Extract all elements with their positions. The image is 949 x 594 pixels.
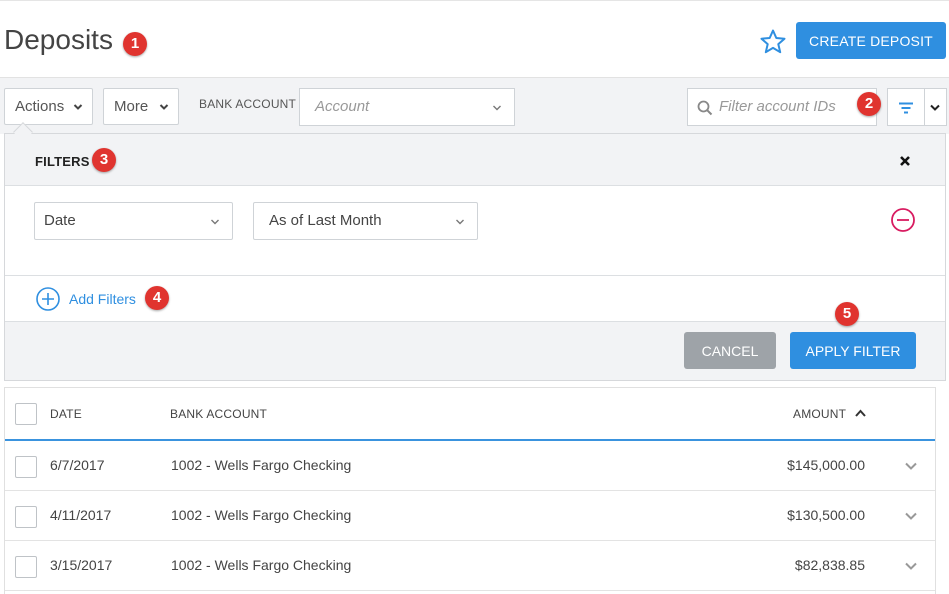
filter-panel: FILTERS Date As of Last Month Add Filter… [4, 133, 946, 381]
callout-badge-3: 3 [92, 148, 116, 172]
plus-circle-icon[interactable] [35, 286, 61, 312]
row-bank-account: 1002 - Wells Fargo Checking [171, 557, 352, 573]
table-row[interactable]: 4/11/2017 1002 - Wells Fargo Checking $1… [5, 491, 935, 541]
actions-label: Actions [15, 98, 65, 115]
filter-panel-header: FILTERS [5, 134, 945, 186]
filter-field-select[interactable]: Date [34, 202, 233, 240]
filter-button[interactable] [887, 88, 925, 126]
bank-account-label: BANK ACCOUNT [199, 97, 297, 111]
row-bank-account: 1002 - Wells Fargo Checking [171, 457, 352, 473]
table-row[interactable]: 3/15/2017 1002 - Wells Fargo Checking $8… [5, 541, 935, 591]
row-checkbox[interactable] [15, 556, 37, 578]
chevron-down-icon[interactable] [905, 462, 917, 470]
create-deposit-button[interactable]: CREATE DEPOSIT [796, 22, 946, 59]
account-select[interactable]: Account [299, 88, 515, 126]
row-date: 6/7/2017 [50, 457, 105, 473]
header-bank-account[interactable]: BANK ACCOUNT [170, 407, 267, 421]
row-checkbox[interactable] [15, 456, 37, 478]
minus-circle-icon[interactable] [890, 207, 916, 233]
page-title: Deposits [4, 24, 113, 55]
deposits-table: DATE BANK ACCOUNT AMOUNT 6/7/2017 1002 -… [4, 387, 936, 594]
row-amount: $145,000.00 [787, 457, 865, 473]
header-amount[interactable]: AMOUNT [793, 407, 846, 421]
chevron-down-icon[interactable] [905, 512, 917, 520]
row-date: 3/15/2017 [50, 557, 113, 573]
toolbar: Actions More BANK ACCOUNT Account Filter… [0, 77, 949, 134]
chevron-down-icon [493, 105, 501, 111]
search-icon [697, 100, 713, 116]
top-divider [0, 0, 949, 3]
chevron-down-icon [211, 219, 219, 225]
filter-icon [899, 102, 913, 114]
chevron-down-icon [456, 219, 464, 225]
callout-badge-4: 4 [145, 286, 169, 310]
chevron-down-icon[interactable] [905, 562, 917, 570]
table-header: DATE BANK ACCOUNT AMOUNT [5, 388, 935, 441]
row-checkbox[interactable] [15, 506, 37, 528]
callout-badge-2: 2 [857, 92, 881, 116]
select-all-checkbox[interactable] [15, 403, 37, 425]
close-icon[interactable] [898, 154, 912, 168]
row-date: 4/11/2017 [50, 507, 112, 523]
callout-badge-1: 1 [123, 32, 147, 56]
star-icon[interactable] [759, 28, 787, 56]
callout-badge-5: 5 [835, 302, 859, 326]
sort-up-icon[interactable] [855, 409, 866, 417]
actions-dropdown[interactable]: Actions [4, 88, 93, 125]
chevron-down-icon [159, 104, 169, 110]
filters-title: FILTERS [35, 154, 90, 169]
account-placeholder: Account [315, 98, 370, 115]
apply-filter-button[interactable]: APPLY FILTER [790, 332, 916, 369]
chevron-down-icon [930, 104, 940, 111]
add-filters-link[interactable]: Add Filters [69, 291, 136, 307]
header-date[interactable]: DATE [50, 407, 82, 421]
search-input[interactable]: Filter account IDs [687, 88, 877, 126]
more-dropdown[interactable]: More [103, 88, 179, 125]
row-amount: $82,838.85 [794, 557, 865, 573]
filter-options-dropdown[interactable] [925, 88, 947, 126]
filter-row: Date As of Last Month [5, 186, 945, 276]
row-amount: $130,500.00 [787, 507, 865, 523]
filter-condition-select[interactable]: As of Last Month [253, 202, 478, 240]
search-placeholder: Filter account IDs [719, 98, 836, 115]
table-row[interactable]: 6/7/2017 1002 - Wells Fargo Checking $14… [5, 441, 935, 491]
more-label: More [114, 98, 149, 115]
cancel-button[interactable]: CANCEL [684, 332, 776, 369]
chevron-down-icon [73, 104, 83, 110]
filter-condition-value: As of Last Month [269, 212, 382, 229]
row-bank-account: 1002 - Wells Fargo Checking [171, 507, 352, 523]
filter-panel-footer: CANCEL APPLY FILTER [5, 322, 945, 380]
filter-field-value: Date [44, 212, 76, 229]
